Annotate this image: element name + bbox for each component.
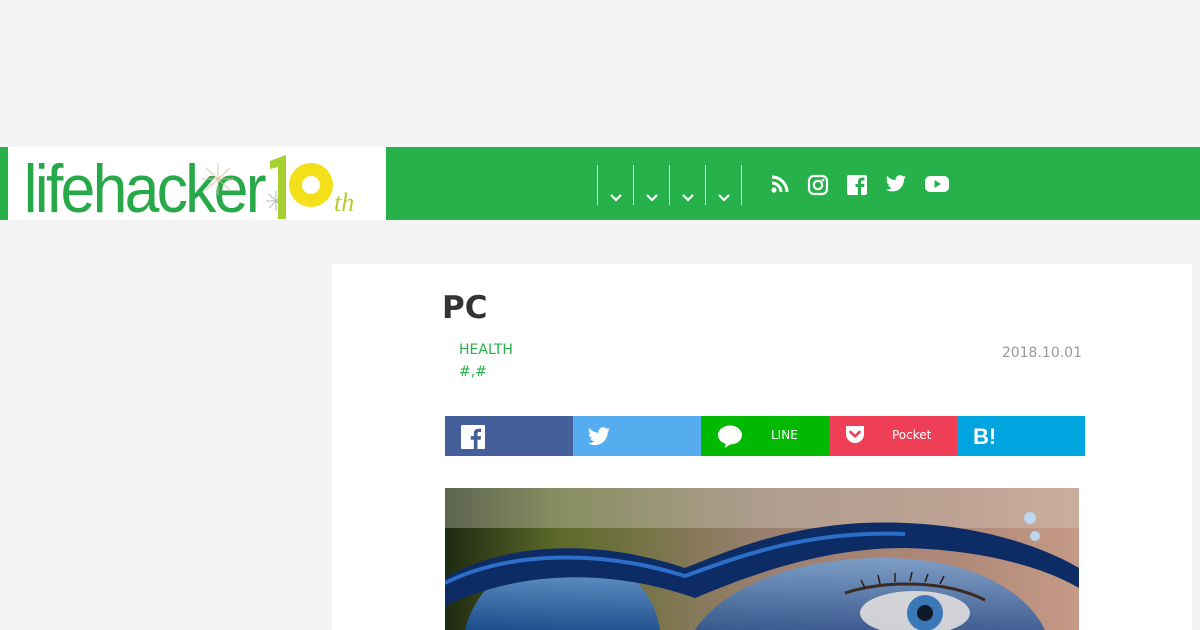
social-icons (770, 174, 967, 196)
chevron-down-icon (718, 194, 730, 202)
nav-menu-4[interactable] (705, 165, 742, 205)
nav-menu-group (597, 165, 742, 205)
logo-accent-bar (0, 147, 8, 220)
share-pocket-button[interactable]: Pocket (829, 416, 957, 456)
rss-icon[interactable] (770, 174, 790, 196)
line-icon (718, 425, 742, 448)
pocket-icon (846, 426, 864, 443)
chevron-down-icon (646, 194, 658, 202)
share-pocket-label: Pocket (892, 428, 932, 442)
share-hatena-button[interactable]: B! (957, 416, 1085, 456)
facebook-icon[interactable] (846, 174, 868, 196)
article-card: PC HEALTH #,# 2018.10.01 LINE Pocket B! (332, 264, 1192, 630)
svg-text:th: th (334, 188, 354, 217)
nav-menu-3[interactable] (669, 165, 705, 205)
main-navigation (386, 147, 1200, 220)
tag-links[interactable]: #,# (459, 364, 487, 380)
chevron-down-icon (682, 194, 694, 202)
share-line-button[interactable]: LINE (701, 416, 829, 456)
share-facebook-button[interactable] (445, 416, 573, 456)
twitter-icon (588, 427, 610, 446)
article-title: PC (442, 290, 488, 326)
hatena-bookmark-icon: B! (973, 425, 996, 447)
instagram-icon[interactable] (807, 174, 829, 196)
youtube-icon[interactable] (924, 174, 950, 196)
svg-text:lifehacker: lifehacker (24, 151, 266, 219)
facebook-icon (461, 425, 485, 449)
svg-text:B!: B! (973, 425, 996, 447)
site-logo-area[interactable]: lifehacker th (0, 147, 386, 220)
article-hero-image (445, 488, 1079, 630)
category-link[interactable]: HEALTH (459, 342, 513, 358)
chevron-down-icon (610, 194, 622, 202)
nav-menu-2[interactable] (633, 165, 669, 205)
share-bar: LINE Pocket B! (445, 416, 1085, 456)
twitter-icon[interactable] (885, 174, 907, 196)
nav-menu-1[interactable] (597, 165, 633, 205)
share-line-label: LINE (771, 428, 798, 442)
publish-date: 2018.10.01 (1001, 345, 1082, 361)
share-twitter-button[interactable] (573, 416, 701, 456)
lifehacker-10th-logo[interactable]: lifehacker th (20, 149, 380, 219)
